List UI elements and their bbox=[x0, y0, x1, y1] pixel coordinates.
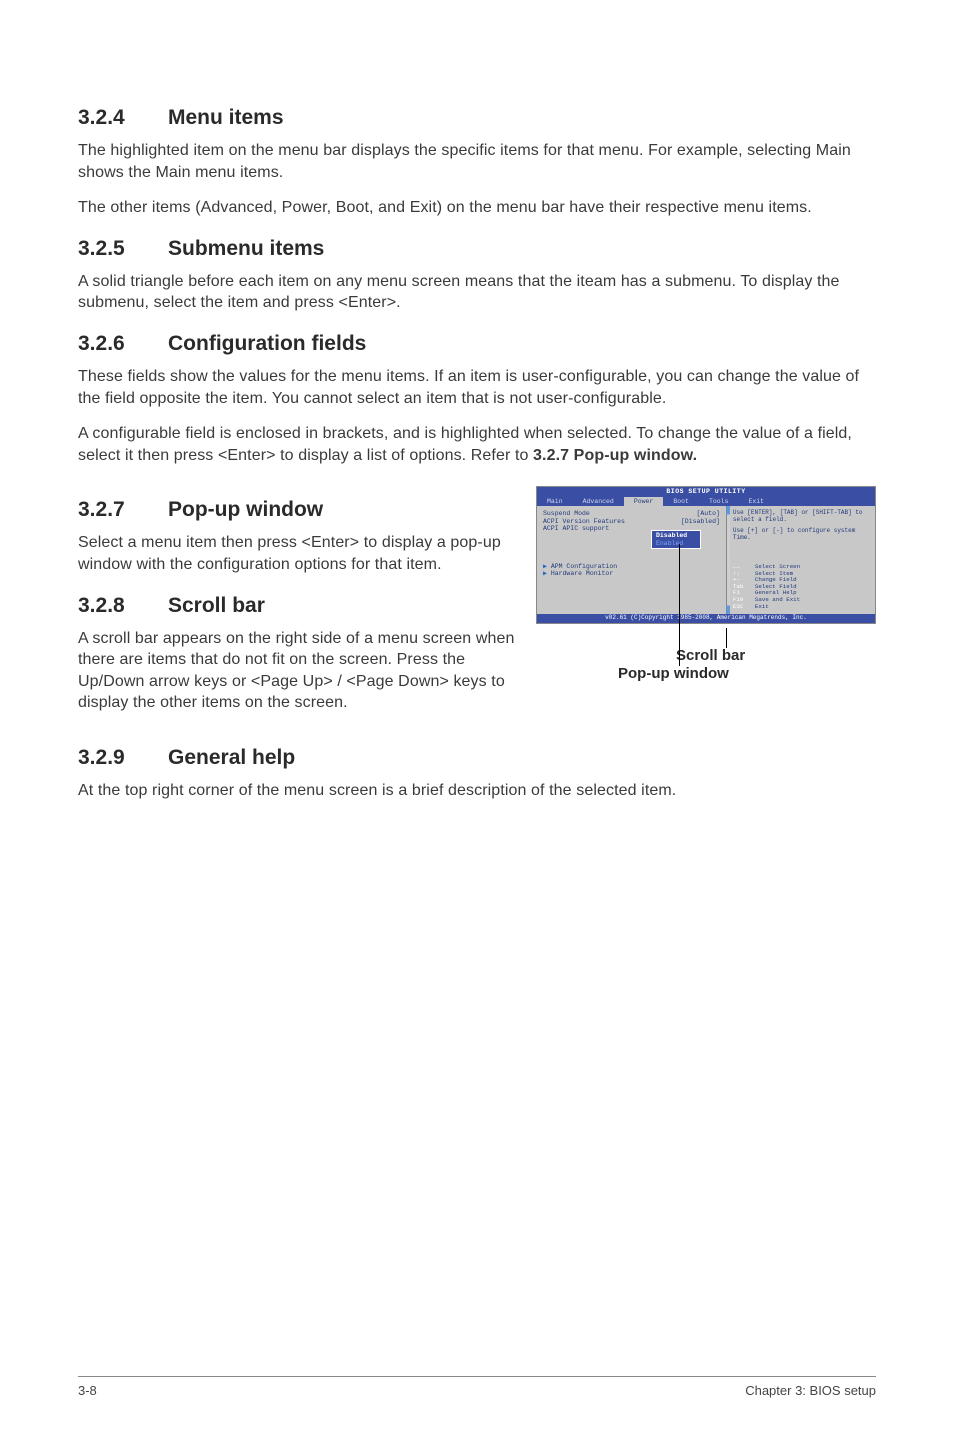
heading-num: 3.2.9 bbox=[78, 746, 168, 770]
bios-sub1: ▶ APM Configuration bbox=[543, 563, 720, 570]
heading-title: Pop-up window bbox=[168, 498, 323, 521]
footer-chapter: Chapter 3: BIOS setup bbox=[745, 1383, 876, 1398]
bios-menu-advanced: Advanced bbox=[573, 497, 624, 506]
bios-body: Suspend Mode [Auto] ACPI Version Features… bbox=[537, 506, 875, 614]
bios-menu-boot: Boot bbox=[663, 497, 699, 506]
bios-left-pane: Suspend Mode [Auto] ACPI Version Features… bbox=[537, 506, 727, 614]
heading-title: Menu items bbox=[168, 106, 284, 129]
bios-popup-enabled: Enabled bbox=[656, 540, 696, 547]
heading-326: 3.2.6Configuration fields bbox=[78, 332, 876, 356]
bios-scrollbar bbox=[727, 506, 730, 614]
bios-r1v: [Auto] bbox=[697, 510, 720, 517]
para-326-2b: 3.2.7 Pop-up window. bbox=[533, 447, 697, 464]
bios-menu-tools: Tools bbox=[699, 497, 739, 506]
bios-footer: v02.61 (C)Copyright 1985-2008, American … bbox=[537, 614, 875, 623]
bios-help-1: Use [ENTER], [TAB] or [SHIFT-TAB] to sel… bbox=[733, 510, 869, 524]
callout-popup: Pop-up window bbox=[618, 665, 729, 682]
para-329-1: At the top right corner of the menu scre… bbox=[78, 780, 876, 802]
triangle-icon: ▶ bbox=[543, 563, 551, 570]
callout-line-popup bbox=[679, 544, 680, 666]
heading-title: General help bbox=[168, 746, 295, 769]
para-324-2: The other items (Advanced, Power, Boot, … bbox=[78, 197, 876, 219]
heading-324: 3.2.4Menu items bbox=[78, 106, 876, 130]
bios-sub2: ▶ Hardware Monitor bbox=[543, 570, 720, 577]
footer-page-num: 3-8 bbox=[78, 1383, 97, 1398]
bios-popup-disabled: Disabled bbox=[656, 532, 696, 539]
bios-help-keys: ←→Select Screen ↑↓Select Item +-Change F… bbox=[733, 564, 869, 611]
bios-r2l: ACPI Version Features bbox=[543, 518, 625, 525]
heading-329: 3.2.9General help bbox=[78, 746, 876, 770]
para-324-1: The highlighted item on the menu bar dis… bbox=[78, 140, 876, 183]
bios-title: BIOS SETUP UTILITY bbox=[537, 487, 875, 496]
heading-title: Scroll bar bbox=[168, 594, 265, 617]
para-325-1: A solid triangle before each item on any… bbox=[78, 271, 876, 314]
heading-num: 3.2.7 bbox=[78, 498, 168, 522]
bios-menu-exit: Exit bbox=[738, 497, 774, 506]
para-328-1: A scroll bar appears on the right side o… bbox=[78, 628, 518, 714]
heading-num: 3.2.5 bbox=[78, 237, 168, 261]
para-327-1: Select a menu item then press <Enter> to… bbox=[78, 532, 518, 575]
bios-figure: BIOS SETUP UTILITY Main Advanced Power B… bbox=[536, 486, 876, 624]
bios-popup-window: Disabled Enabled bbox=[651, 530, 701, 549]
heading-328: 3.2.8Scroll bar bbox=[78, 594, 518, 618]
heading-title: Configuration fields bbox=[168, 332, 366, 355]
triangle-icon: ▶ bbox=[543, 570, 551, 577]
callout-scrollbar: Scroll bar bbox=[676, 647, 745, 664]
para-326-2: A configurable field is enclosed in brac… bbox=[78, 423, 876, 466]
heading-325: 3.2.5Submenu items bbox=[78, 237, 876, 261]
bios-r3l: ACPI APIC support bbox=[543, 525, 609, 532]
bios-r1l: Suspend Mode bbox=[543, 510, 590, 517]
bios-screenshot: BIOS SETUP UTILITY Main Advanced Power B… bbox=[536, 486, 876, 624]
bios-help-2: Use [+] or [-] to configure system Time. bbox=[733, 528, 869, 542]
bios-menu-main: Main bbox=[537, 497, 573, 506]
callout-line-scrollbar bbox=[726, 628, 727, 648]
heading-327: 3.2.7Pop-up window bbox=[78, 498, 518, 522]
para-326-2a: A configurable field is enclosed in brac… bbox=[78, 425, 852, 464]
bios-menu-bar: Main Advanced Power Boot Tools Exit bbox=[537, 497, 875, 506]
heading-title: Submenu items bbox=[168, 237, 324, 260]
page-footer: 3-8 Chapter 3: BIOS setup bbox=[78, 1376, 876, 1398]
bios-help-pane: Use [ENTER], [TAB] or [SHIFT-TAB] to sel… bbox=[727, 506, 875, 614]
heading-num: 3.2.6 bbox=[78, 332, 168, 356]
para-326-1: These fields show the values for the men… bbox=[78, 366, 876, 409]
bios-menu-power: Power bbox=[624, 497, 664, 506]
bios-r2v: [Disabled] bbox=[681, 518, 720, 525]
heading-num: 3.2.4 bbox=[78, 106, 168, 130]
heading-num: 3.2.8 bbox=[78, 594, 168, 618]
